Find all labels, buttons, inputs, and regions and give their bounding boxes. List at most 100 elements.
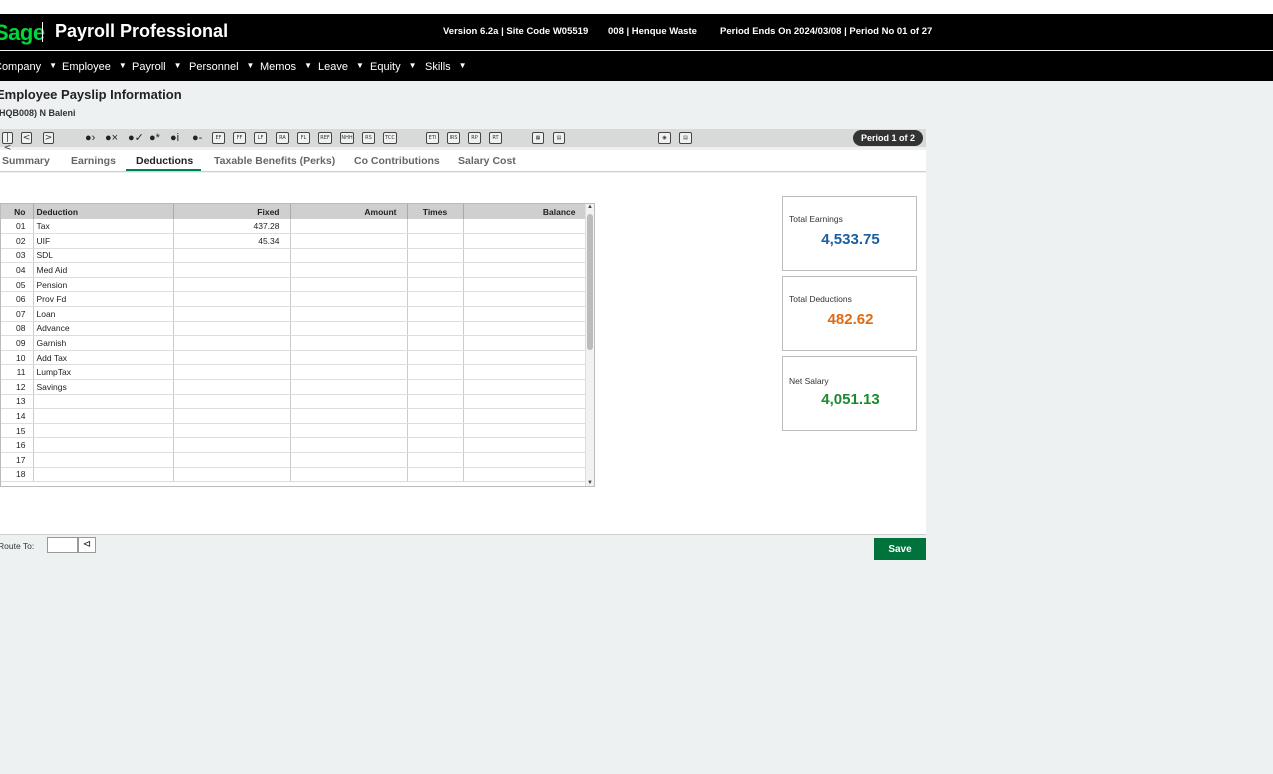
table-row[interactable]: 11 LumpTax [1, 364, 587, 381]
table-row[interactable]: 02 UIF 45.34 [1, 233, 587, 249]
table-row[interactable]: 10 Add Tax [1, 350, 587, 366]
cell-times[interactable] [407, 467, 464, 483]
first-record-icon[interactable]: |< [2, 132, 13, 153]
cell-amount[interactable] [290, 394, 408, 410]
cell-amount[interactable] [290, 423, 408, 439]
column-header-deduction[interactable]: Deduction [33, 204, 174, 219]
table-row[interactable]: 04 Med Aid [1, 262, 587, 278]
cell-amount[interactable] [290, 306, 408, 322]
cell-balance[interactable] [463, 452, 587, 468]
cell-balance[interactable] [463, 291, 587, 308]
column-header-fixed[interactable]: Fixed [173, 204, 291, 219]
cell-fixed[interactable] [173, 277, 291, 293]
cell-times[interactable] [407, 262, 464, 278]
cell-fixed[interactable] [173, 335, 291, 351]
cell-amount[interactable] [290, 233, 408, 249]
cell-times[interactable] [407, 364, 464, 381]
employee-info-icon[interactable]: ●i [170, 131, 179, 145]
cell-fixed[interactable] [173, 321, 291, 337]
employee-minus-icon[interactable]: ●- [192, 131, 202, 145]
cell-balance[interactable] [463, 364, 587, 381]
company-info[interactable]: 008 | Henque Waste [608, 26, 697, 37]
cell-amount[interactable] [290, 321, 408, 337]
grid-scrollbar[interactable]: ▲ ▼ [585, 204, 594, 486]
cell-balance[interactable] [463, 335, 587, 351]
table-row[interactable]: 01 Tax 437.28 [1, 219, 587, 235]
table-row[interactable]: 18 [1, 467, 587, 483]
rs-icon[interactable]: RS [362, 132, 375, 144]
cell-fixed[interactable]: 437.28 [173, 219, 291, 235]
lf-icon[interactable]: LF [254, 132, 267, 144]
cell-amount[interactable] [290, 277, 408, 293]
cell-fixed[interactable] [173, 408, 291, 424]
cell-amount[interactable] [290, 219, 408, 235]
employee-star-icon[interactable]: ●* [149, 131, 160, 145]
cell-fixed[interactable] [173, 379, 291, 395]
table-row[interactable]: 12 Savings [1, 379, 587, 395]
cell-balance[interactable] [463, 321, 587, 337]
cell-amount[interactable] [290, 262, 408, 278]
menu-company[interactable]: Company ▼ [0, 61, 57, 73]
tab-taxable-benefits[interactable]: Taxable Benefits (Perks) [214, 155, 335, 167]
cell-fixed[interactable] [173, 350, 291, 366]
cell-fixed[interactable] [173, 248, 291, 264]
cell-amount[interactable] [290, 248, 408, 264]
cell-times[interactable] [407, 291, 464, 308]
cell-fixed[interactable] [173, 291, 291, 308]
menu-personnel[interactable]: Personnel ▼ [189, 61, 254, 73]
cell-balance[interactable] [463, 408, 587, 424]
scroll-up-icon[interactable]: ▲ [587, 204, 593, 210]
menu-equity[interactable]: Equity ▼ [370, 61, 417, 73]
ff-icon[interactable]: FF [233, 132, 246, 144]
cell-fixed[interactable] [173, 364, 291, 381]
scroll-thumb[interactable] [587, 214, 593, 350]
cell-times[interactable] [407, 394, 464, 410]
cell-balance[interactable] [463, 423, 587, 439]
cell-times[interactable] [407, 335, 464, 351]
cell-balance[interactable] [463, 379, 587, 395]
employee-check-icon[interactable]: ●✓ [128, 131, 144, 145]
tab-summary[interactable]: Summary [2, 155, 50, 167]
table-row[interactable]: 08 Advance [1, 321, 587, 337]
cell-amount[interactable] [290, 291, 408, 308]
cell-balance[interactable] [463, 350, 587, 366]
cell-times[interactable] [407, 233, 464, 249]
cell-amount[interactable] [290, 364, 408, 381]
tab-deductions[interactable]: Deductions [136, 155, 193, 167]
cell-amount[interactable] [290, 335, 408, 351]
cell-fixed[interactable] [173, 394, 291, 410]
table-row[interactable]: 14 [1, 408, 587, 424]
nhh-icon[interactable]: NHH [340, 132, 354, 144]
cell-amount[interactable] [290, 408, 408, 424]
tcc-icon[interactable]: TCC [383, 132, 397, 144]
ref-icon[interactable]: REF [318, 132, 332, 144]
cell-times[interactable] [407, 219, 464, 235]
cell-balance[interactable] [463, 219, 587, 235]
cell-amount[interactable] [290, 452, 408, 468]
cell-fixed[interactable] [173, 467, 291, 483]
cell-times[interactable] [407, 321, 464, 337]
camera-icon[interactable]: ◉ [658, 132, 671, 144]
cell-fixed[interactable] [173, 452, 291, 468]
employee-remove-icon[interactable]: ●× [105, 131, 118, 145]
table-row[interactable]: 05 Pension [1, 277, 587, 293]
cell-fixed[interactable] [173, 262, 291, 278]
employee-add-icon[interactable]: ●› [85, 131, 95, 145]
table-row[interactable]: 13 [1, 394, 587, 410]
cell-balance[interactable] [463, 277, 587, 293]
table-row[interactable]: 03 SDL [1, 248, 587, 264]
route-to-input[interactable] [47, 537, 78, 553]
cell-times[interactable] [407, 350, 464, 366]
cell-fixed[interactable] [173, 437, 291, 453]
cell-times[interactable] [407, 452, 464, 468]
cell-times[interactable] [407, 408, 464, 424]
cell-amount[interactable] [290, 467, 408, 483]
cell-times[interactable] [407, 277, 464, 293]
menu-memos[interactable]: Memos ▼ [260, 61, 312, 73]
cell-times[interactable] [407, 248, 464, 264]
cell-times[interactable] [407, 423, 464, 439]
save-button[interactable]: Save [874, 538, 926, 560]
cell-balance[interactable] [463, 394, 587, 410]
column-header-no[interactable]: No [1, 204, 34, 219]
cell-balance[interactable] [463, 248, 587, 264]
